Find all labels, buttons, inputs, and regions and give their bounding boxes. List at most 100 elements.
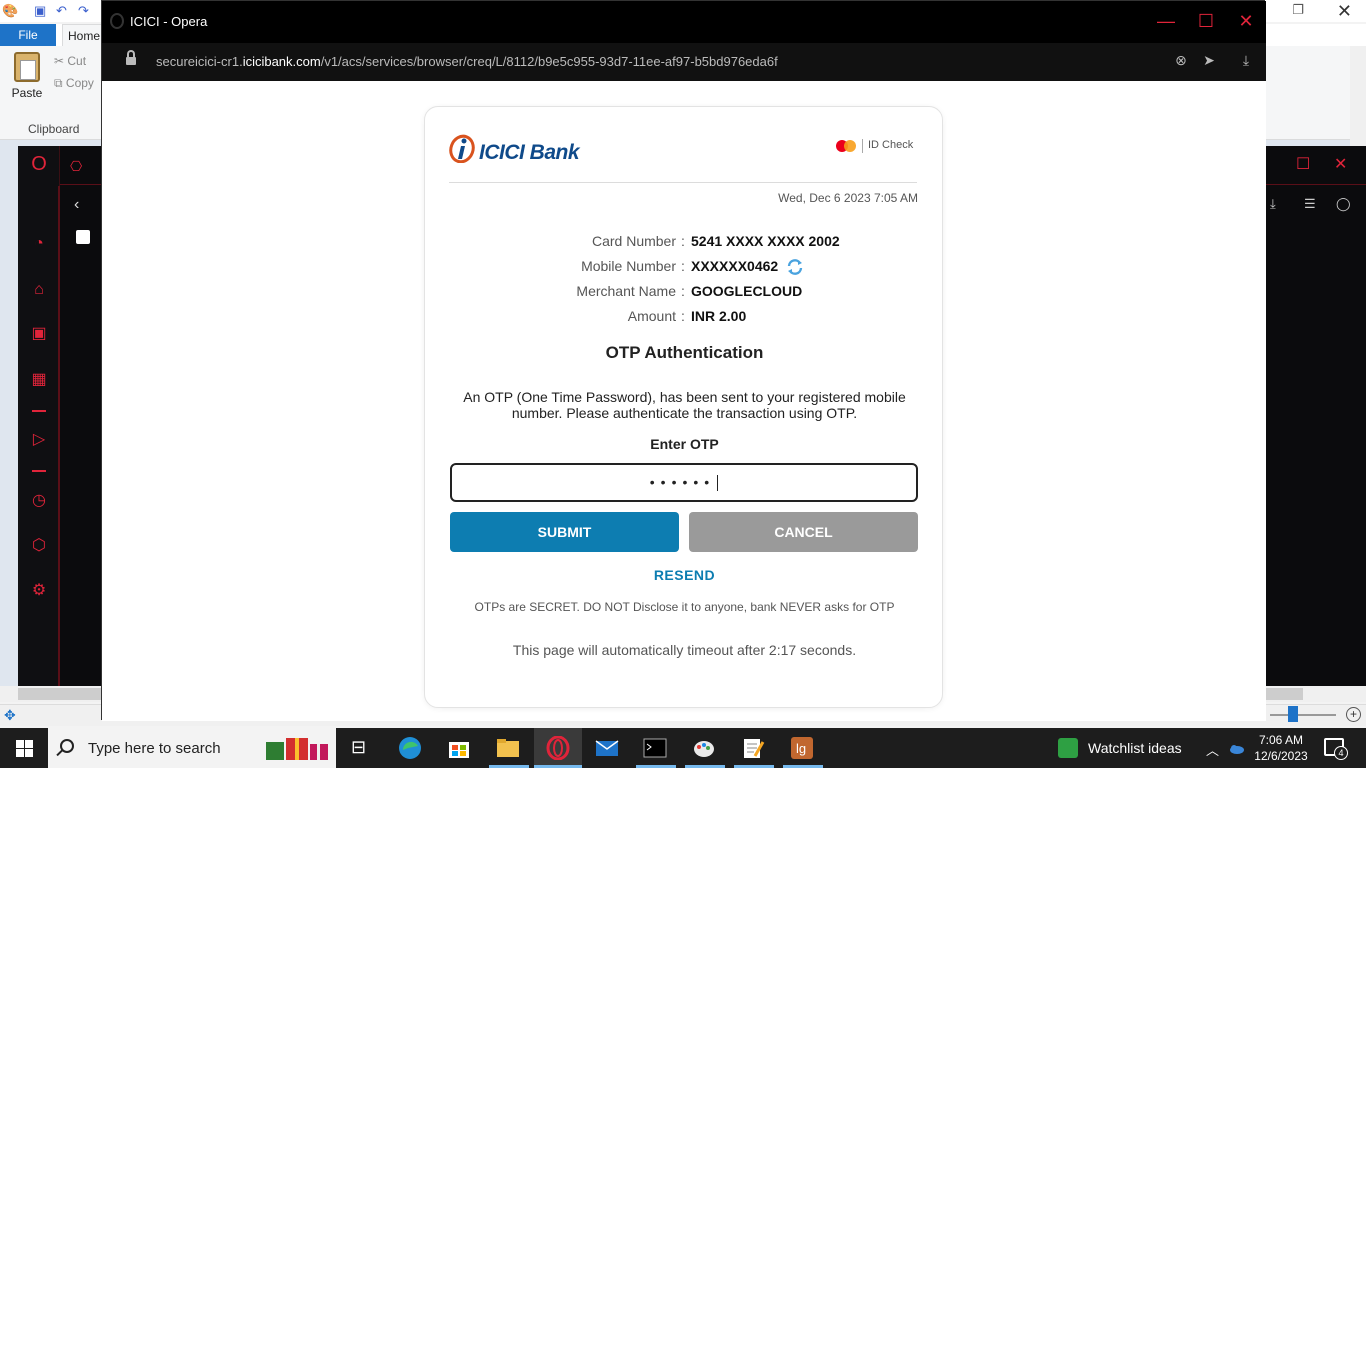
show-hidden-icons-icon[interactable]: ︿ xyxy=(1206,740,1219,759)
svg-text:lg: lg xyxy=(796,741,806,756)
restore-icon[interactable]: ❐ xyxy=(1292,2,1304,18)
search-placeholder: Type here to search xyxy=(88,740,221,757)
close-icon[interactable]: ✕ xyxy=(1234,11,1258,31)
stocks-icon xyxy=(1058,738,1078,758)
enter-otp-label: Enter OTP xyxy=(650,436,719,452)
paint-close-icon[interactable]: ✕ xyxy=(1337,0,1352,22)
zoom-slider-handle[interactable] xyxy=(1288,706,1298,722)
clear-icon[interactable]: ⊗ xyxy=(1172,52,1190,69)
app-ig-icon[interactable]: lg xyxy=(790,736,814,760)
lock-icon xyxy=(126,50,136,67)
back-icon[interactable]: ‹ xyxy=(74,196,79,214)
mail-icon[interactable] xyxy=(595,736,619,760)
transaction-datetime: Wed, Dec 6 2023 7:05 AM xyxy=(778,191,918,205)
onedrive-icon[interactable] xyxy=(1229,741,1245,755)
transaction-details: Card Number : 5241 XXXX XXXX 2002 Mobile… xyxy=(425,233,944,333)
profile-icon[interactable]: ◯ xyxy=(1336,196,1351,212)
send-icon[interactable]: ➤ xyxy=(1200,52,1218,69)
tab-file[interactable]: File xyxy=(0,24,56,46)
search-icon xyxy=(60,739,74,753)
tab-home[interactable]: Home xyxy=(62,24,106,46)
amount-value: INR 2.00 xyxy=(691,308,747,324)
cpu-icon[interactable]: ▦ xyxy=(29,370,49,390)
security-note: OTPs are SECRET. DO NOT Disclose it to a… xyxy=(474,600,895,614)
opera-window-icon xyxy=(110,13,124,29)
notification-badge: 4 xyxy=(1334,746,1348,760)
zoom-slider[interactable] xyxy=(1270,714,1336,716)
gift-icon xyxy=(266,738,328,760)
player-icon[interactable]: ▷ xyxy=(29,430,49,450)
otp-description: An OTP (One Time Password), has been sen… xyxy=(463,389,906,421)
paste-button[interactable]: Paste xyxy=(10,52,44,100)
notepad-icon[interactable] xyxy=(741,736,765,760)
gamepad-icon[interactable]: ⎔ xyxy=(70,158,82,175)
clipboard-icon xyxy=(14,52,40,82)
tab-favicon-icon xyxy=(76,230,90,244)
copy-button[interactable]: ⧉ Copy xyxy=(54,76,94,91)
mastercard-icon xyxy=(836,139,858,153)
windows-icon xyxy=(16,740,24,748)
taskbar: Type here to search ⊟ lg Watchlist ideas… xyxy=(0,728,1366,768)
detail-row-amount: Amount : INR 2.00 xyxy=(627,308,747,324)
paint-app-icon: 🎨 xyxy=(2,3,19,18)
extensions-icon[interactable]: ⬡ xyxy=(29,536,49,556)
cancel-button[interactable]: CANCEL xyxy=(689,512,918,552)
close-icon[interactable]: ✕ xyxy=(1334,154,1347,174)
clock-date: 12/6/2023 xyxy=(1254,749,1308,763)
minimize-icon[interactable]: — xyxy=(1154,11,1178,31)
store-icon[interactable] xyxy=(447,736,471,760)
sidebar-divider xyxy=(32,410,46,412)
cut-button[interactable]: ✂ Cut xyxy=(54,54,86,68)
maximize-icon[interactable]: ☐ xyxy=(1194,11,1218,31)
download-icon[interactable]: ⤓ xyxy=(1237,52,1255,69)
detail-row-merchant-name: Merchant Name : GOOGLECLOUD xyxy=(576,283,803,299)
redo-icon[interactable]: ↷ xyxy=(78,4,92,18)
system-clock[interactable]: 7:06 AM 12/6/2023 xyxy=(1250,732,1312,764)
move-icon: ✥ xyxy=(4,707,16,723)
opera-icon[interactable] xyxy=(546,736,570,760)
running-indicator xyxy=(685,765,725,768)
edge-icon[interactable] xyxy=(398,736,422,760)
undo-icon[interactable]: ↶ xyxy=(56,4,70,18)
task-view-icon[interactable]: ⊟ xyxy=(351,737,366,758)
brand-name: ICICI Bank xyxy=(479,141,580,164)
maximize-icon[interactable]: ☐ xyxy=(1296,154,1310,174)
terminal-icon[interactable] xyxy=(643,736,667,760)
paint-icon[interactable] xyxy=(692,736,716,760)
detail-row-mobile-number: Mobile Number : XXXXXX0462 xyxy=(425,258,944,283)
desktop: 🎨 ▣ ↶ ↷ ❐ ✕ File Home Paste ✂ Cut ⧉ Copy… xyxy=(0,0,1366,768)
watchlist-label: Watchlist ideas xyxy=(1088,740,1182,756)
start-button[interactable] xyxy=(0,728,48,768)
bag-icon[interactable]: ⌂ xyxy=(29,280,49,300)
file-explorer-icon[interactable] xyxy=(496,736,520,760)
resend-link[interactable]: RESEND xyxy=(425,567,944,583)
history-icon[interactable]: ◷ xyxy=(29,491,49,511)
url-text[interactable]: secureicici-cr1.icicibank.com/v1/acs/ser… xyxy=(156,54,778,69)
easy-setup-icon[interactable]: ☰ xyxy=(1304,196,1316,212)
running-indicator xyxy=(734,765,774,768)
download-icon[interactable]: ⤓ xyxy=(1270,196,1276,212)
save-icon[interactable]: ▣ xyxy=(34,4,48,18)
address-bar[interactable]: secureicici-cr1.icicibank.com/v1/acs/ser… xyxy=(102,43,1266,81)
running-indicator xyxy=(489,765,529,768)
otp-input[interactable]: •••••• xyxy=(450,463,918,502)
running-indicator xyxy=(636,765,676,768)
settings-icon[interactable]: ⚙ xyxy=(29,581,49,601)
merchant-name-value: GOOGLECLOUD xyxy=(691,283,803,299)
window-border xyxy=(58,186,60,686)
mobile-number-value: XXXXXX0462 xyxy=(691,258,779,274)
popup-titlebar: ICICI - Opera — ☐ ✕ xyxy=(102,1,1266,43)
opera-logo-icon[interactable]: O xyxy=(29,154,49,174)
refresh-icon[interactable] xyxy=(786,258,804,276)
detail-row-card-number: Card Number : 5241 XXXX XXXX 2002 xyxy=(591,233,840,249)
icici-logo-icon xyxy=(449,134,475,163)
text-caret xyxy=(717,475,719,492)
twitch-icon[interactable]: ▣ xyxy=(29,324,49,344)
opera-popup-window: ICICI - Opera — ☐ ✕ secureicici-cr1.icic… xyxy=(101,0,1266,721)
speed-dial-icon[interactable]: ◔ xyxy=(29,234,49,254)
zoom-in-icon[interactable]: + xyxy=(1346,707,1361,722)
active-indicator xyxy=(534,765,582,768)
mastercard-id-check: ID Check xyxy=(836,139,913,153)
clock-time: 7:06 AM xyxy=(1258,733,1304,747)
submit-button[interactable]: SUBMIT xyxy=(450,512,679,552)
